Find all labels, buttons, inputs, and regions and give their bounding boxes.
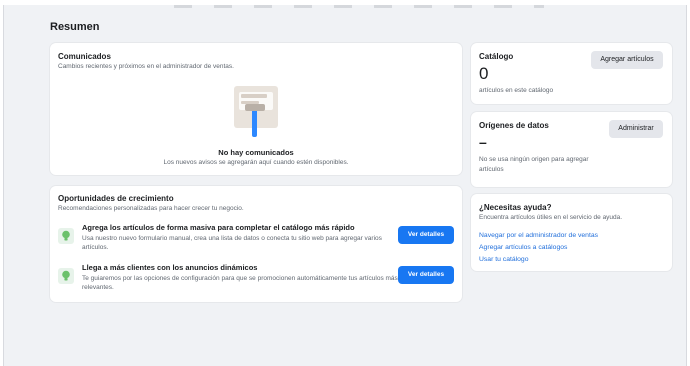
comunicados-subtitle: Cambios recientes y próximos en el admin… (58, 63, 234, 70)
oportunidades-subtitle: Recomendaciones personalizadas para hace… (58, 205, 244, 212)
page-title: Resumen (50, 21, 100, 33)
agregar-articulos-button[interactable]: Agregar artículos (591, 51, 663, 69)
help-link[interactable]: Agregar artículos a catálogos (479, 244, 598, 251)
catalogo-count: 0 (479, 64, 489, 83)
origenes-card: Orígenes de datos – No se usa ningún ori… (471, 112, 672, 187)
origenes-value: – (479, 134, 487, 150)
empty-state-title: No hay comunicados (218, 148, 294, 157)
catalogo-card: Catálogo 0 artículos en este catálogo Ag… (471, 43, 672, 104)
app-canvas: Resumen Comunicados Cambios recientes y … (3, 5, 687, 366)
help-link[interactable]: Navegar por el administrador de ventas (479, 232, 598, 239)
origenes-caption: No se usa ningún origen para agregar art… (479, 156, 589, 173)
origenes-title: Orígenes de datos (479, 121, 549, 130)
opportunity-text: Usa nuestro nuevo formulario manual, cre… (82, 235, 382, 251)
catalogo-title: Catálogo (479, 52, 514, 61)
ayuda-title: ¿Necesitas ayuda? (479, 203, 552, 212)
comunicados-title: Comunicados (58, 52, 111, 61)
ver-detalles-button[interactable]: Ver detalles (398, 266, 454, 284)
help-links: Navegar por el administrador de ventas A… (479, 232, 598, 268)
administrar-button[interactable]: Administrar (609, 120, 663, 138)
lightbulb-icon (58, 228, 74, 244)
oportunidades-card: Oportunidades de crecimiento Recomendaci… (50, 186, 462, 302)
empty-state-text: Los nuevos avisos se agregarán aquí cuan… (163, 159, 349, 166)
ver-detalles-button[interactable]: Ver detalles (398, 226, 454, 244)
ayuda-subtitle: Encuentra artículos útiles en el servici… (479, 214, 623, 221)
catalogo-caption: artículos en este catálogo (479, 87, 554, 94)
opportunity-text: Te guiaremos por las opciones de configu… (82, 275, 398, 291)
lightbulb-icon (58, 268, 74, 284)
ayuda-card: ¿Necesitas ayuda? Encuentra artículos út… (471, 194, 672, 271)
empty-state-illustration-icon (231, 84, 281, 138)
help-link[interactable]: Usar tu catálogo (479, 256, 598, 263)
top-nav-remnant (174, 5, 544, 8)
oportunidades-title: Oportunidades de crecimiento (58, 194, 174, 203)
opportunity-title: Agrega los artículos de forma masiva par… (82, 223, 355, 232)
comunicados-card: Comunicados Cambios recientes y próximos… (50, 43, 462, 175)
opportunity-title: Llega a más clientes con los anuncios di… (82, 263, 258, 272)
